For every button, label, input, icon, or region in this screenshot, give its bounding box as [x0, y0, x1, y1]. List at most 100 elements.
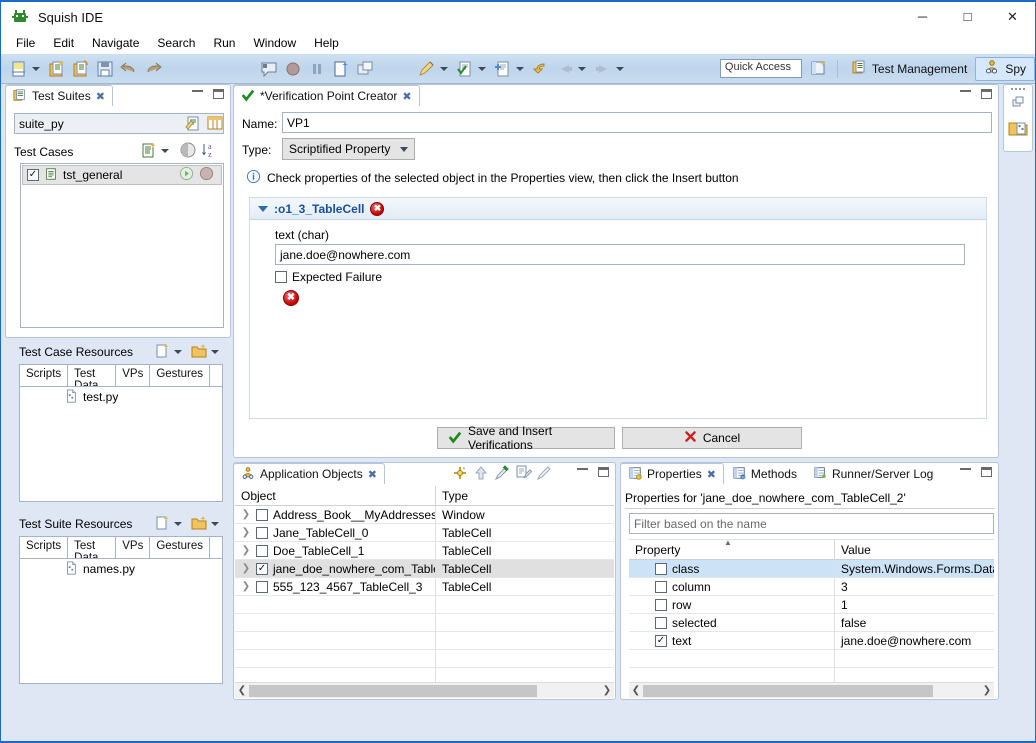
pick-object-icon[interactable] [493, 464, 511, 485]
menu-search[interactable]: Search [148, 33, 204, 53]
perspective-test-management[interactable]: Test Management [843, 57, 975, 81]
save-and-insert-button[interactable]: Save and Insert Verifications [437, 424, 615, 452]
table-row[interactable]: ❯ Address_Book__MyAddresses_ Window [235, 505, 614, 524]
new-suite-resource-dropdown-icon[interactable] [174, 522, 182, 526]
resource-file-row[interactable]: test.py [20, 387, 222, 407]
tab-runner-server-log[interactable]: Runner/Server Log [805, 463, 941, 484]
property-checkbox[interactable] [655, 616, 667, 629]
vp-property-value-input[interactable]: jane.doe@nowhere.com [275, 244, 965, 265]
expand-icon[interactable]: ❯ [241, 527, 251, 538]
table-row[interactable]: column 3 [629, 577, 994, 596]
new-folder-dropdown-icon[interactable] [211, 350, 219, 354]
menu-window[interactable]: Window [244, 33, 305, 53]
minimize-view-icon[interactable] [577, 467, 588, 470]
close-icon[interactable]: ✖ [368, 468, 377, 481]
new-resource-dropdown-icon[interactable] [174, 350, 182, 354]
menu-edit[interactable]: Edit [44, 33, 83, 53]
property-checkbox[interactable]: ✓ [655, 634, 667, 647]
run-test-case-icon[interactable] [179, 166, 194, 184]
tab-properties[interactable]: Properties ✖ [620, 463, 724, 484]
suite-tab-test-data[interactable]: Test Data [68, 536, 117, 564]
forward-dropdown-icon[interactable] [616, 66, 624, 71]
maximize-view-icon[interactable] [213, 89, 224, 99]
record-icon[interactable] [282, 58, 304, 80]
menu-file[interactable]: File [7, 33, 44, 53]
maximize-view-icon[interactable] [981, 89, 992, 99]
menu-navigate[interactable]: Navigate [83, 33, 148, 53]
close-icon[interactable]: ✖ [96, 90, 105, 103]
sort-test-cases-icon[interactable]: a z [201, 141, 219, 162]
scroll-left-icon[interactable]: ❮ [629, 685, 643, 696]
expand-icon[interactable]: ❯ [241, 563, 251, 574]
suite-resource-file-row[interactable]: names.py [20, 559, 222, 579]
suite-tab-scripts[interactable]: Scripts [19, 536, 69, 558]
open-perspective-icon[interactable] [809, 58, 831, 80]
properties-hscrollbar[interactable]: ❮ ❯ [629, 682, 994, 698]
minimize-button[interactable]: ─ [900, 1, 945, 32]
new-icon[interactable] [8, 58, 30, 80]
test-case-row[interactable]: ✓ tst_general [22, 165, 222, 185]
record-comment-icon[interactable] [258, 58, 280, 80]
tab-vps[interactable]: VPs [116, 364, 151, 386]
column-header-object[interactable]: Object [235, 486, 435, 506]
new-test-suite-icon[interactable] [46, 58, 68, 80]
scroll-right-icon[interactable]: ❯ [980, 685, 994, 696]
table-row[interactable]: ✓ text jane.doe@nowhere.com [629, 631, 994, 650]
scroll-right-icon[interactable]: ❯ [600, 685, 614, 696]
chevron-down-icon[interactable] [258, 205, 268, 212]
up-arrow-icon[interactable] [472, 464, 490, 485]
property-checkbox[interactable] [655, 562, 667, 575]
object-checkbox[interactable] [256, 580, 268, 593]
test-case-checkbox[interactable]: ✓ [27, 169, 39, 181]
new-suite-resource-file-icon[interactable] [153, 514, 171, 535]
new-resource-folder-icon[interactable] [190, 342, 208, 363]
expand-icon[interactable]: ❯ [241, 509, 251, 520]
close-button[interactable]: ✕ [990, 1, 1035, 32]
menu-help[interactable]: Help [305, 33, 348, 53]
column-header-property[interactable]: Property ▲ [629, 540, 834, 560]
insert-object-icon[interactable] [492, 58, 514, 80]
edit-script-dropdown-icon[interactable] [440, 66, 448, 71]
new-dropdown-icon[interactable] [32, 66, 40, 71]
vp-name-input[interactable]: VP1 [282, 112, 992, 133]
minimize-view-icon[interactable] [192, 89, 203, 92]
tab-scripts[interactable]: Scripts [19, 364, 69, 386]
new-resource-file-icon[interactable] [153, 342, 171, 363]
insert-verification-dropdown-icon[interactable] [478, 66, 486, 71]
new-test-case-icon[interactable] [140, 141, 158, 162]
back-to-script-icon[interactable] [530, 58, 552, 80]
new-test-case-dropdown-icon[interactable] [161, 149, 169, 153]
cascade-windows-icon[interactable] [354, 58, 376, 80]
edit-script-icon[interactable] [416, 58, 438, 80]
menu-run[interactable]: Run [204, 33, 244, 53]
object-map-icon[interactable] [1008, 118, 1028, 141]
suite-tab-gestures[interactable]: Gestures [150, 536, 210, 558]
object-checkbox[interactable] [256, 544, 268, 557]
save-icon[interactable] [94, 58, 116, 80]
tab-verification-point-creator[interactable]: *Verification Point Creator ✖ [233, 85, 420, 106]
table-row[interactable]: ❯ ✓ jane_doe_nowhere_com_TableCell_2 Tab… [235, 559, 614, 578]
maximize-view-icon[interactable] [981, 467, 992, 477]
vp-object-header[interactable]: :o1_3_TableCell ✖ [250, 198, 986, 220]
vp-expected-failure-row[interactable]: Expected Failure [275, 270, 382, 284]
table-row[interactable]: ❯ Jane_TableCell_0 TableCell [235, 523, 614, 542]
test-case-resources-list[interactable]: test.py [19, 386, 223, 502]
maximize-view-icon[interactable] [598, 467, 609, 477]
expected-failure-checkbox[interactable] [275, 271, 287, 283]
highlight-object-icon[interactable] [514, 464, 533, 485]
table-row[interactable]: ❯ Doe_TableCell_1 TableCell [235, 541, 614, 560]
scroll-left-icon[interactable]: ❮ [235, 685, 249, 696]
scroll-thumb[interactable] [249, 684, 537, 697]
refresh-objects-icon[interactable] [451, 464, 469, 485]
new-suite-folder-dropdown-icon[interactable] [211, 522, 219, 526]
tab-test-data[interactable]: Test Data [68, 364, 117, 392]
app-objects-hscrollbar[interactable]: ❮ ❯ [235, 682, 614, 698]
new-suite-resource-folder-icon[interactable] [190, 514, 208, 535]
maximize-button[interactable]: □ [945, 1, 990, 32]
close-icon[interactable]: ✖ [707, 468, 716, 481]
perspective-spy[interactable]: Spy [975, 56, 1035, 81]
tab-application-objects[interactable]: Application Objects ✖ [233, 463, 385, 484]
column-header-value[interactable]: Value [834, 540, 994, 560]
back-dropdown-icon[interactable] [578, 66, 586, 71]
insert-verification-icon[interactable] [454, 58, 476, 80]
